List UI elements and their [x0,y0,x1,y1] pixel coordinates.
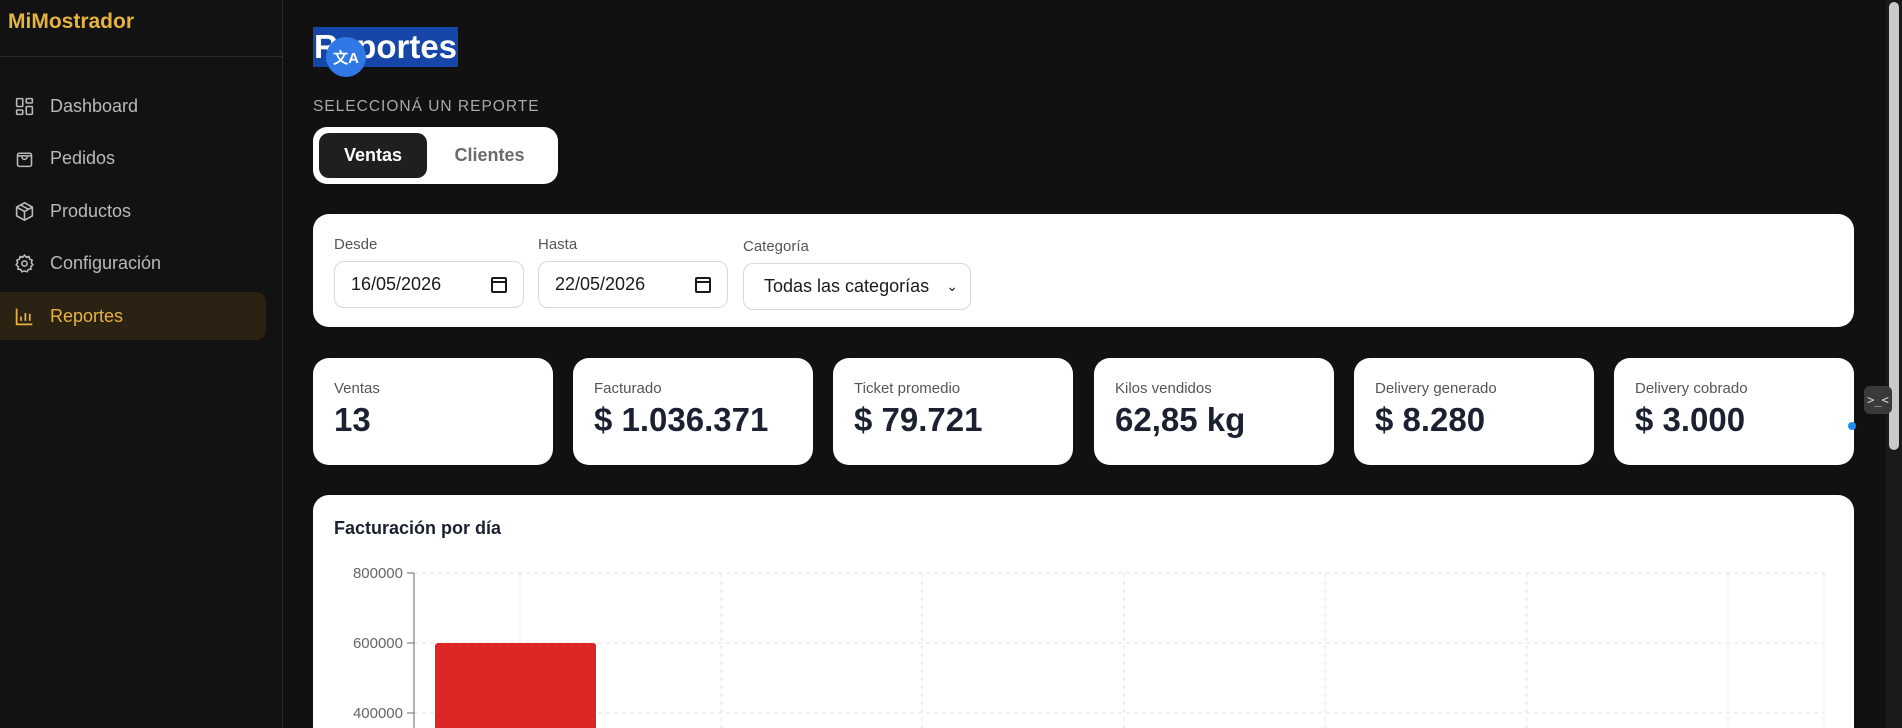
kpi-card-delivery-cobrado: Delivery cobrado $ 3.000 [1614,358,1854,465]
kpi-label: Delivery cobrado [1635,380,1748,397]
sidebar-item-label: Productos [50,200,132,221]
chart-bar[interactable] [435,643,596,728]
kpi-card-ticket-promedio: Ticket promedio $ 79.721 [833,358,1073,465]
kpi-card-delivery-generado: Delivery generado $ 8.280 [1354,358,1594,465]
kpi-value: $ 8.280 [1375,401,1486,438]
categoria-value: Todas las categorías [764,276,930,296]
indicator-dot [1848,422,1856,430]
filters-panel: Desde 16/05/2026 Hasta 22/05/2026 Catego… [313,214,1854,327]
kpi-value: 62,85 kg [1115,401,1246,438]
hasta-date-input[interactable]: 22/05/2026 [538,261,728,308]
sidebar-item-reportes[interactable]: Reportes [0,292,266,340]
sidebar: MiMostrador Dashboard Pedidos Productos … [0,0,283,728]
sidebar-item-label: Reportes [50,305,124,326]
gear-icon [13,253,35,275]
kpi-value: 13 [334,401,371,438]
sidebar-nav: Dashboard Pedidos Productos Configuració… [0,57,282,340]
chevron-down-icon: ⌄ [946,278,958,294]
dashboard-icon [13,95,35,117]
scrollbar-thumb[interactable] [1889,2,1899,450]
y-tick-label: 800000 [353,565,403,582]
kpi-card-kilos-vendidos: Kilos vendidos 62,85 kg [1094,358,1334,465]
shopping-bag-icon [13,148,35,170]
section-label: SELECCIONÁ UN REPORTE [313,98,540,115]
kpi-card-ventas: Ventas 13 [313,358,553,465]
kpi-label: Facturado [594,380,662,397]
hasta-value: 22/05/2026 [555,274,646,294]
kpi-value: $ 3.000 [1635,401,1746,438]
kpi-value: $ 79.721 [854,401,983,438]
chart-card: Facturación por día 800000 600000 400000 [313,495,1854,728]
hasta-label: Hasta [538,236,578,253]
categoria-select[interactable]: Todas las categorías ⌄ [743,263,971,310]
sidebar-item-label: Configuración [50,253,162,273]
sidebar-item-productos[interactable]: Productos [0,187,266,235]
box-icon [13,200,35,222]
kpi-cards: Ventas 13 Facturado $ 1.036.371 Ticket p… [313,358,1854,465]
y-tick-label: 400000 [353,705,403,722]
desde-date-input[interactable]: 16/05/2026 [334,261,524,308]
kpi-label: Ticket promedio [854,380,961,397]
kpi-label: Delivery generado [1375,380,1497,397]
categoria-field: Categoría Todas las categorías ⌄ [743,238,971,310]
sidebar-item-pedidos[interactable]: Pedidos [0,135,266,183]
bar-chart-icon [13,305,35,327]
brand-logo[interactable]: MiMostrador [0,0,282,57]
billing-by-day-chart: 800000 600000 400000 [353,565,1825,728]
y-tick-label: 600000 [353,635,403,652]
hasta-field: Hasta 22/05/2026 [538,236,728,308]
kpi-value: $ 1.036.371 [594,401,769,438]
kpi-card-facturado: Facturado $ 1.036.371 [573,358,813,465]
devtools-widget[interactable]: >_< [1864,386,1892,414]
desde-field: Desde 16/05/2026 [334,236,524,308]
sidebar-item-dashboard[interactable]: Dashboard [0,82,266,130]
main-content: Reportes 文A SELECCIONÁ UN REPORTE Ventas… [284,0,1886,728]
calendar-icon[interactable] [695,276,711,293]
categoria-label: Categoría [743,238,809,255]
tab-clientes[interactable]: Clientes [427,133,552,178]
report-selector: Ventas Clientes [313,127,558,184]
desde-value: 16/05/2026 [351,274,442,294]
kpi-label: Ventas [334,380,380,397]
tab-ventas[interactable]: Ventas [319,133,428,178]
calendar-icon[interactable] [491,276,507,293]
scrollbar[interactable] [1886,0,1902,728]
translate-icon[interactable]: 文A [326,37,366,77]
sidebar-item-configuracion[interactable]: Configuración [0,240,266,288]
desde-label: Desde [334,236,378,253]
sidebar-item-label: Pedidos [50,148,116,168]
kpi-label: Kilos vendidos [1115,380,1212,397]
sidebar-item-label: Dashboard [50,95,139,116]
